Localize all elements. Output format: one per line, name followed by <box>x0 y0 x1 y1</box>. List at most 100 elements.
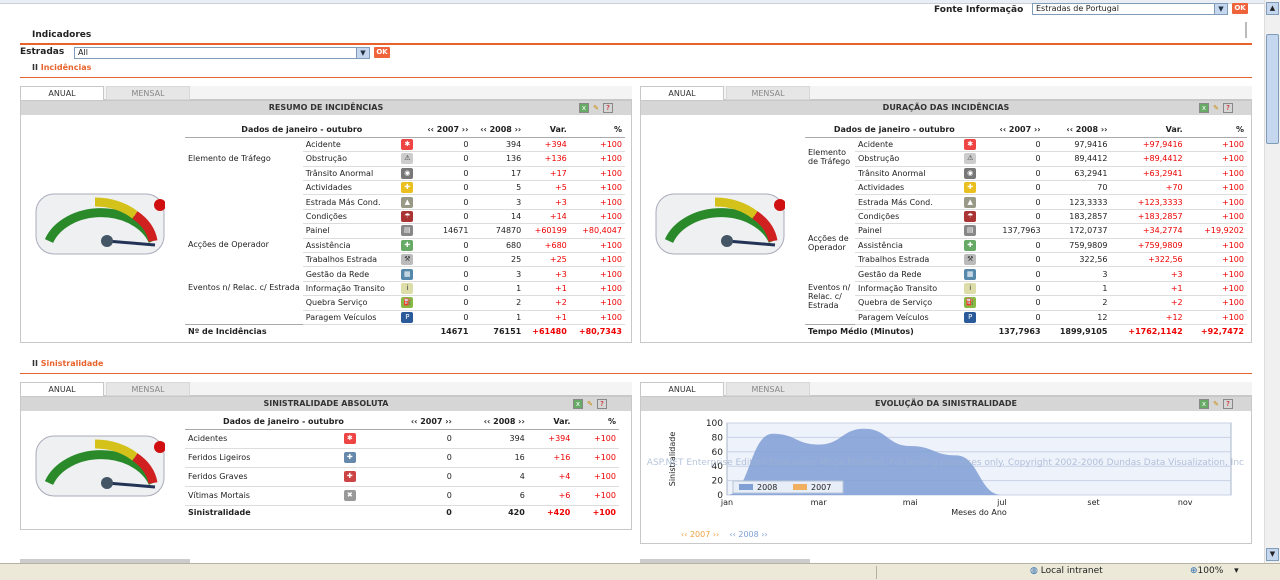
total-cell: +1762,1142 <box>1110 323 1186 339</box>
total-cell: 137,7963 <box>983 323 1044 339</box>
section-incidencias[interactable]: Incidências <box>32 63 92 72</box>
table-cell: Actividades <box>302 180 399 196</box>
y-tick-label: 60 <box>712 448 724 458</box>
estradas-select-value: All <box>78 48 88 57</box>
help-icon[interactable]: ? <box>603 103 613 113</box>
table-cell: +100 <box>569 180 625 196</box>
zoom-level: 100% <box>1197 566 1224 576</box>
table-cell: 5 <box>471 180 525 196</box>
tab-anual[interactable]: ANUAL <box>20 86 104 100</box>
chevron-down-icon[interactable]: ▼ <box>356 48 369 58</box>
edit-icon[interactable]: ✎ <box>585 400 595 410</box>
table-cell: Acidente <box>855 137 962 153</box>
col-2008-header[interactable]: ‹‹ 2008 ›› <box>471 123 525 138</box>
activity-icon: ✚ <box>401 182 414 194</box>
estradas-select[interactable]: All ▼ <box>74 47 370 59</box>
table-cell: 183,2857 <box>1043 209 1111 225</box>
accident-icon: ✱ <box>343 433 356 445</box>
info-icon: i <box>964 282 977 294</box>
help-icon[interactable]: ? <box>1223 399 1233 409</box>
year-2008-link[interactable]: ‹‹ 2008 ›› <box>729 530 767 539</box>
table-cell: +100 <box>1185 137 1247 153</box>
table-cell: Actividades <box>855 180 962 196</box>
chevron-down-icon[interactable]: ▼ <box>1214 4 1227 14</box>
table-cell: +2 <box>524 295 570 311</box>
table-cell: +6 <box>527 486 574 506</box>
year-2007-link[interactable]: ‹‹ 2007 ›› <box>681 530 719 539</box>
col-header: % <box>573 415 619 430</box>
col-2008-header[interactable]: ‹‹ 2008 ›› <box>1043 123 1111 138</box>
col-2007-header[interactable]: ‹‹ 2007 ›› <box>381 415 455 430</box>
info-icon: i <box>401 282 414 294</box>
table-cell: 0 <box>983 137 1044 153</box>
zone-indicator[interactable]: ◍ Local intranet <box>1030 566 1103 576</box>
chevron-down-icon[interactable]: ▾ <box>1234 566 1239 576</box>
edit-icon[interactable]: ✎ <box>1211 400 1221 410</box>
table-cell: Painel <box>855 223 962 239</box>
total-label: Sinistralidade <box>185 504 382 520</box>
road-icon: ▲ <box>964 196 977 208</box>
col-2008-header[interactable]: ‹‹ 2008 ›› <box>454 415 528 430</box>
scroll-thumb[interactable] <box>1266 34 1279 144</box>
excel-icon[interactable]: x <box>1199 399 1209 409</box>
table-cell: +100 <box>569 137 625 153</box>
tab-anual[interactable]: ANUAL <box>640 86 724 100</box>
tab-mensal[interactable]: MENSAL <box>106 86 190 100</box>
col-header: Var. <box>524 123 570 138</box>
tab-mensal[interactable]: MENSAL <box>106 382 190 396</box>
table-cell: Assistência <box>302 238 399 254</box>
section-sinistralidade[interactable]: Sinistralidade <box>32 359 104 368</box>
col-2007-header[interactable]: ‹‹ 2007 ›› <box>983 123 1044 138</box>
table-cell: +100 <box>1185 252 1247 268</box>
excel-icon[interactable]: x <box>1199 103 1209 113</box>
weather-icon: ☂ <box>401 211 414 223</box>
col-2007-header[interactable]: ‹‹ 2007 ›› <box>418 123 472 138</box>
edit-icon[interactable]: ✎ <box>591 104 601 114</box>
table-cell: +322,56 <box>1110 252 1186 268</box>
table-cell: +63,2941 <box>1110 166 1186 182</box>
sinistralidade-title: SINISTRALIDADE ABSOLUTA <box>21 397 631 411</box>
tab-anual[interactable]: ANUAL <box>20 382 104 396</box>
edit-icon[interactable]: ✎ <box>1211 104 1221 114</box>
table-cell: 12 <box>1043 310 1111 325</box>
table-cell: Gestão da Rede <box>302 266 399 282</box>
table-cell: Trabalhos Estrada <box>302 252 399 268</box>
table-cell: Trânsito Anormal <box>855 166 962 182</box>
car-icon: ◉ <box>964 167 977 179</box>
y-tick-label: 80 <box>712 433 724 443</box>
scroll-up-icon[interactable]: ▲ <box>1266 2 1279 15</box>
gauge-icon <box>35 193 165 255</box>
watermark-line: Dundas Chart for ASP.NET Enterprise Edit… <box>645 458 1245 468</box>
fonte-ok-button[interactable]: OK <box>1232 3 1248 14</box>
fonte-select[interactable]: Estradas de Portugal ▼ <box>1032 3 1228 15</box>
zoom-icon: ⊕ <box>1190 566 1198 576</box>
table-cell: 0 <box>418 166 472 182</box>
table-cell: 1 <box>1043 281 1111 297</box>
scroll-down-icon[interactable]: ▼ <box>1266 548 1279 561</box>
excel-icon[interactable]: x <box>579 103 589 113</box>
x-tick-label: jul <box>996 498 1007 507</box>
help-icon[interactable]: ? <box>1223 103 1233 113</box>
tab-mensal[interactable]: MENSAL <box>726 86 810 100</box>
table-cell: Trânsito Anormal <box>302 166 399 182</box>
total-cell: 420 <box>454 504 528 520</box>
estradas-ok-button[interactable]: OK <box>374 47 390 58</box>
roadworks-icon: ⚒ <box>401 254 414 266</box>
tab-mensal[interactable]: MENSAL <box>726 382 810 396</box>
table-cell: 0 <box>983 166 1044 182</box>
table-cell: 3 <box>471 194 525 210</box>
table-cell: +100 <box>573 467 619 487</box>
table-cell: 759,9809 <box>1043 238 1111 254</box>
assistance-icon: ✚ <box>401 239 414 251</box>
tab-anual[interactable]: ANUAL <box>640 382 724 396</box>
help-icon[interactable]: ? <box>597 399 607 409</box>
table-cell: +100 <box>1185 238 1247 254</box>
vertical-scrollbar[interactable]: ▲ ▼ <box>1264 0 1280 563</box>
excel-icon[interactable]: x <box>573 399 583 409</box>
fatality-icon: ✖ <box>343 490 356 502</box>
zoom-control[interactable]: ⊕100% ▾ <box>1190 566 1239 576</box>
divider <box>20 77 1252 78</box>
table-cell: 680 <box>471 238 525 254</box>
sinistralidade-table: Dados de janeiro - outubro ‹‹ 2007 ›› ‹‹… <box>185 415 619 520</box>
table-cell: 14 <box>471 209 525 225</box>
